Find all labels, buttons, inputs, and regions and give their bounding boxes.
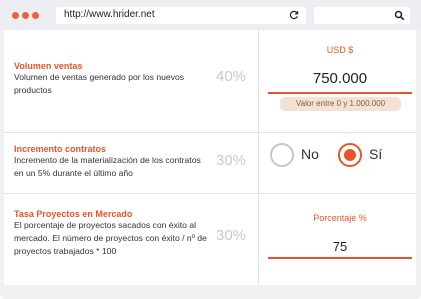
kpi-panel: Volumen ventas Volumen de ventas generad… [4, 30, 416, 285]
reload-icon[interactable] [288, 9, 300, 21]
address-bar[interactable]: http://www.hrider.net [56, 7, 306, 24]
kpi-row-incremento-contratos: Incremento contratos Incremento de la ma… [4, 133, 416, 194]
kpi-row-volumen-ventas: Volumen ventas Volumen de ventas generad… [4, 30, 416, 133]
kpi-description: Incremento de la materialización de los … [14, 155, 201, 178]
input-unit-label: Porcentaje % [313, 213, 367, 223]
kpi-description: Volumen de ventas generado por los nuevo… [14, 72, 185, 95]
window-maximize-dot[interactable] [32, 12, 39, 19]
radio-si-label[interactable]: Sí [369, 146, 382, 162]
radio-no-label[interactable]: No [301, 146, 319, 162]
kpi-weight: 40% [216, 68, 247, 85]
address-url: http://www.hrider.net [64, 9, 155, 20]
input-unit-label: USD $ [326, 45, 354, 55]
kpi-description: El porcentaje de proyectos sacados con é… [14, 220, 207, 256]
radio-selected-dot [344, 149, 356, 161]
kpi-title: Tasa Proyectos en Mercado [14, 209, 133, 219]
kpi-weight: 30% [216, 227, 247, 244]
radio-no[interactable] [270, 143, 294, 167]
window-close-dot[interactable] [12, 12, 19, 19]
kpi-title: Incremento contratos [14, 144, 107, 154]
kpi-weight: 30% [216, 152, 247, 169]
browser-titlebar: http://www.hrider.net [0, 0, 421, 30]
sales-volume-input[interactable]: 750.000 [268, 70, 412, 87]
search-icon[interactable] [394, 10, 405, 21]
input-underline [268, 92, 412, 94]
browser-window: http://www.hrider.net Volumen ventas Vol… [0, 0, 421, 299]
search-bar[interactable] [314, 7, 410, 24]
kpi-row-tasa-proyectos: Tasa Proyectos en Mercado El porcentaje … [4, 194, 416, 285]
input-underline [268, 257, 412, 259]
kpi-title: Volumen ventas [14, 61, 83, 71]
window-minimize-dot[interactable] [22, 12, 29, 19]
radio-si[interactable] [338, 143, 362, 167]
percentage-input[interactable]: 75 [268, 239, 412, 254]
range-hint-badge: Valor entre 0 y 1.000.000 [280, 97, 401, 111]
